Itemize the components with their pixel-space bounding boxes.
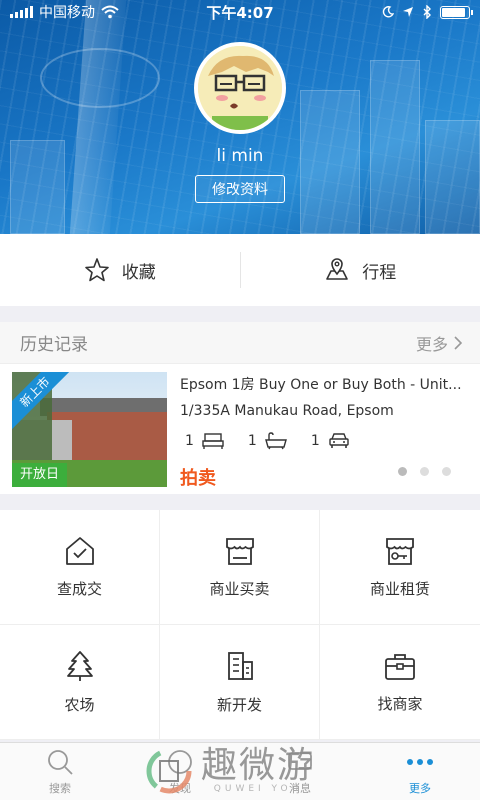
more-dots-icon — [407, 758, 433, 765]
listing-status: 拍卖 — [180, 468, 216, 489]
shop-key-icon — [386, 537, 414, 565]
grid-item-find-business[interactable]: 找商家 — [320, 625, 480, 740]
status-bar: 中国移动 下午4:07 — [0, 0, 480, 24]
avatar[interactable] — [194, 42, 286, 134]
quick-actions: 收藏 行程 — [0, 234, 480, 306]
history-title: 历史记录 — [20, 335, 88, 355]
parking-count: 1 — [310, 433, 320, 449]
building-decoration — [425, 120, 480, 234]
tree-icon — [66, 650, 93, 681]
tower-decoration-shaft — [69, 0, 127, 234]
signal-icon — [10, 6, 33, 18]
listing-title[interactable]: Epsom 1房 Buy One or Buy Both - Unit... — [180, 374, 465, 394]
username: li min — [216, 146, 264, 166]
star-icon — [84, 258, 109, 282]
chevron-right-icon — [454, 335, 462, 350]
watermark-subtext: QUWEI YOU — [213, 784, 303, 794]
favorites-label: 收藏 — [121, 262, 156, 283]
edit-profile-button[interactable]: 修改资料 — [195, 175, 285, 203]
storefront-icon — [225, 537, 254, 565]
more-label: 更多 — [415, 334, 448, 354]
carousel-dot[interactable] — [398, 467, 407, 476]
listing-specs: 1 1 1 — [185, 432, 350, 450]
carousel-dot[interactable] — [442, 467, 451, 476]
carrier-label: 中国移动 — [39, 5, 95, 21]
wifi-icon — [101, 5, 119, 19]
listing-address: 1/335A Manukau Road, Epsom — [180, 403, 394, 419]
itinerary-button[interactable]: 行程 — [241, 234, 480, 306]
feature-grid: 查成交 商业买卖 商业租赁 农场 新开发 找商家 — [0, 510, 480, 740]
carousel-dot[interactable] — [420, 467, 429, 476]
car-icon — [329, 433, 349, 448]
moon-icon — [382, 6, 394, 18]
bed-icon — [202, 433, 224, 449]
tab-label: 搜索 — [49, 781, 71, 795]
grid-item-commercial-sale[interactable]: 商业买卖 — [160, 510, 320, 625]
bathroom-count: 1 — [247, 433, 257, 449]
itinerary-label: 行程 — [362, 262, 397, 283]
battery-icon — [440, 5, 473, 19]
status-time: 下午4:07 — [206, 3, 274, 22]
bedroom-count: 1 — [185, 433, 194, 449]
building-icon — [227, 651, 253, 680]
bathtub-icon — [264, 432, 287, 450]
bluetooth-icon — [423, 5, 431, 19]
briefcase-icon — [385, 653, 415, 680]
grid-item-new-development[interactable]: 新开发 — [160, 625, 320, 740]
history-more-link[interactable]: 更多 — [416, 331, 462, 355]
house-check-icon — [65, 536, 94, 565]
grid-item-sold-records[interactable]: 查成交 — [0, 510, 160, 625]
history-header: 历史记录 更多 — [0, 322, 480, 364]
avatar-face-icon — [198, 46, 282, 130]
grid-item-label: 商业买卖 — [209, 579, 270, 598]
listing-thumbnail[interactable]: 新上市 开放日 — [12, 372, 167, 487]
grid-item-label: 新开发 — [216, 695, 262, 714]
grid-item-label: 农场 — [64, 695, 95, 714]
map-icon — [326, 258, 349, 280]
favorites-button[interactable]: 收藏 — [0, 234, 240, 306]
search-icon — [48, 749, 73, 775]
tab-more[interactable]: 更多 — [360, 743, 480, 800]
grid-item-label: 商业租赁 — [369, 579, 430, 598]
grid-item-farm[interactable]: 农场 — [0, 625, 160, 740]
grid-item-label: 找商家 — [377, 694, 423, 713]
watermark-text: 趣微游 — [201, 745, 316, 786]
watermark-logo-icon — [146, 748, 192, 794]
grid-item-label: 查成交 — [56, 579, 102, 598]
grid-item-commercial-lease[interactable]: 商业租赁 — [320, 510, 480, 625]
location-icon — [403, 7, 413, 17]
tab-search[interactable]: 搜索 — [0, 743, 120, 800]
open-home-badge: 开放日 — [12, 463, 68, 487]
watermark: 趣微游 QUWEI YOU — [145, 745, 345, 797]
profile-header: 中国移动 下午4:07 li min 修改资料 — [0, 0, 480, 234]
carousel-indicator[interactable] — [398, 467, 451, 476]
tab-label: 更多 — [409, 781, 431, 795]
